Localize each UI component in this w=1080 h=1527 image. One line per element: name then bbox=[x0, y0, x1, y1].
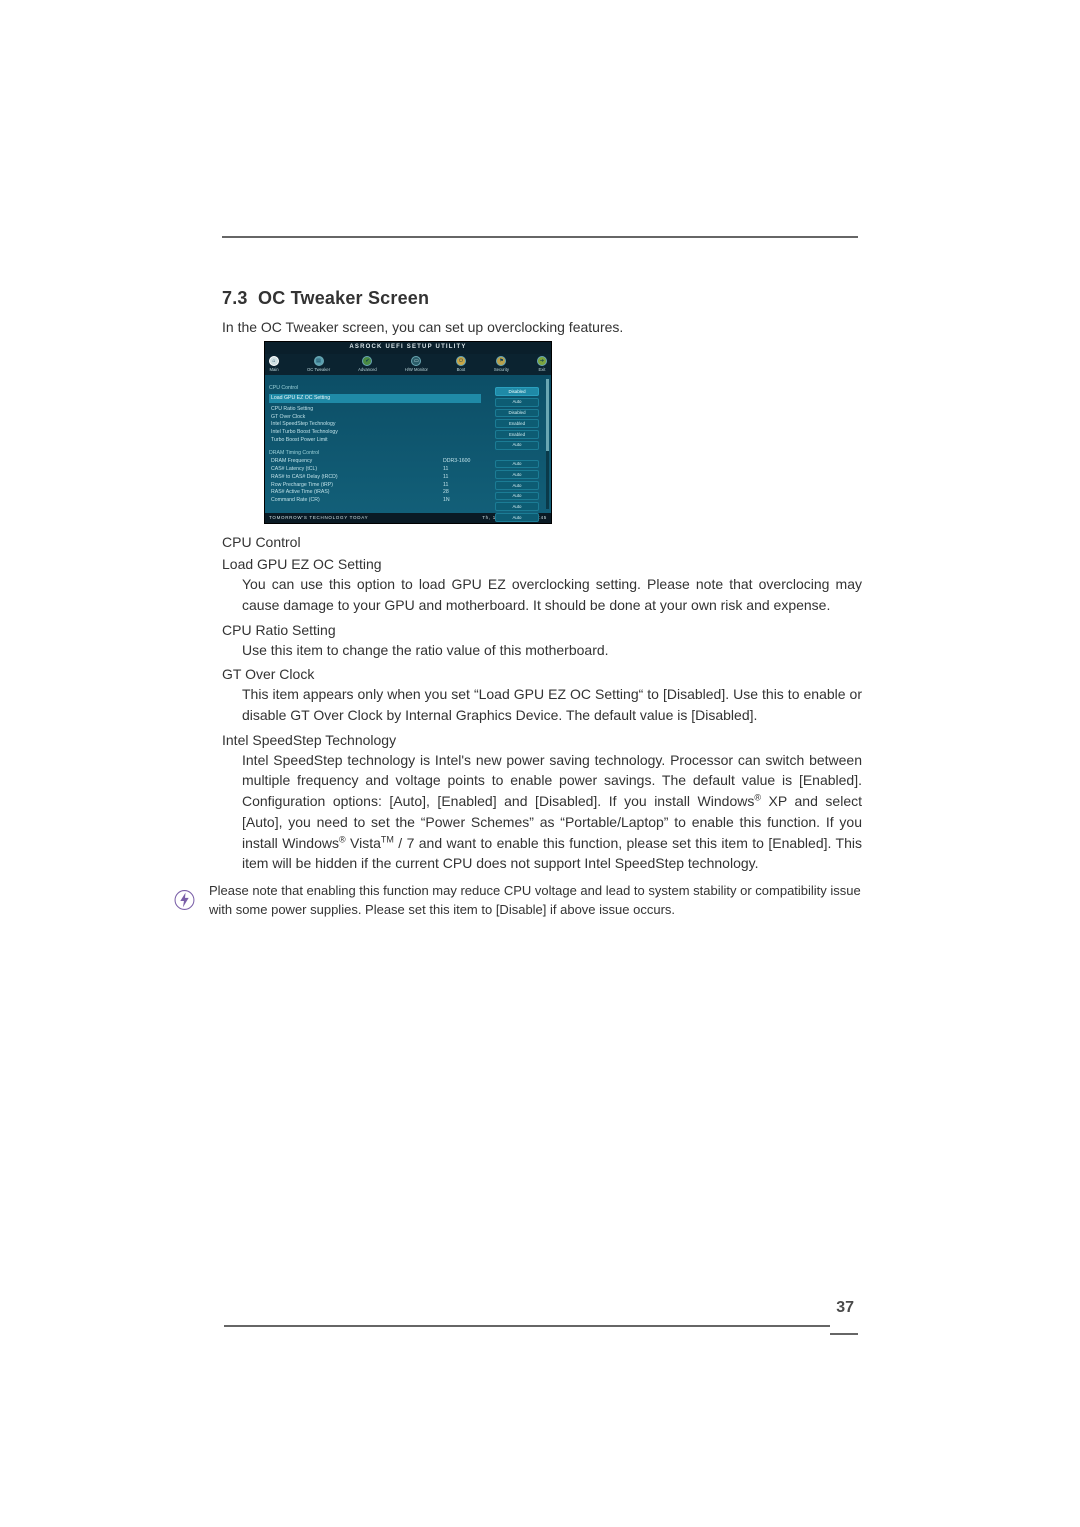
item-heading: GT Over Clock bbox=[222, 666, 862, 682]
wrench-icon: ✔ bbox=[362, 356, 372, 366]
item-load-gpu: Load GPU EZ OC Setting You can use this … bbox=[222, 556, 862, 615]
bios-scrollbar bbox=[546, 379, 549, 509]
section-heading: 7.3 OC Tweaker Screen bbox=[222, 288, 862, 309]
content-column: 7.3 OC Tweaker Screen In the OC Tweaker … bbox=[222, 240, 862, 920]
bios-value: Auto bbox=[495, 492, 539, 501]
bios-left-panel: CPU Control Load GPU EZ OC Setting CPU R… bbox=[269, 379, 487, 507]
intro-text: In the OC Tweaker screen, you can set up… bbox=[222, 319, 862, 335]
item-heading: Load GPU EZ OC Setting bbox=[222, 556, 862, 572]
bios-title: ASROCK UEFI SETUP UTILITY bbox=[265, 342, 551, 354]
item-cpu-control: CPU Control bbox=[222, 534, 862, 550]
section-title: OC Tweaker Screen bbox=[258, 288, 429, 308]
tab-exit: ➔Exit bbox=[537, 356, 547, 372]
exit-icon: ➔ bbox=[537, 356, 547, 366]
page-number: 37 bbox=[832, 1299, 858, 1317]
item-body: Intel SpeedStep technology is Intel's ne… bbox=[242, 750, 862, 874]
group-cpu-control: CPU Control bbox=[269, 385, 481, 392]
tab-advanced: ✔Advanced bbox=[358, 356, 377, 372]
bios-screenshot: ASROCK UEFI SETUP UTILITY ⌂Main ▤OC Twea… bbox=[264, 341, 552, 524]
tab-main: ⌂Main bbox=[269, 356, 279, 372]
bios-value: Enabled bbox=[495, 430, 539, 439]
bios-row: DRAM FrequencyDDR3-1600 bbox=[269, 458, 481, 465]
item-body: You can use this option to load GPU EZ o… bbox=[242, 574, 862, 615]
bios-value: Auto bbox=[495, 460, 539, 469]
warning-bolt-icon bbox=[174, 882, 195, 918]
registered-symbol: ® bbox=[754, 792, 761, 802]
bios-value: Disabled bbox=[495, 387, 539, 396]
bios-frame: ASROCK UEFI SETUP UTILITY ⌂Main ▤OC Twea… bbox=[264, 341, 552, 524]
manual-page: 7.3 OC Tweaker Screen In the OC Tweaker … bbox=[0, 0, 1080, 1527]
power-icon: ⏻ bbox=[456, 356, 466, 366]
bios-value: Auto bbox=[495, 470, 539, 479]
bios-row: Intel Turbo Boost Technology bbox=[269, 429, 481, 436]
home-icon: ⌂ bbox=[269, 356, 279, 366]
chip-icon: ▤ bbox=[314, 356, 324, 366]
header-rule bbox=[222, 236, 858, 238]
bios-body: CPU Control Load GPU EZ OC Setting CPU R… bbox=[265, 375, 551, 513]
bios-value-column: Disabled Auto Disabled Enabled Enabled A… bbox=[487, 379, 547, 507]
section-number: 7.3 bbox=[222, 288, 248, 308]
bios-row: RAS# to CAS# Delay (tRCD)11 bbox=[269, 474, 481, 481]
bios-value: Auto bbox=[495, 441, 539, 450]
bios-value: Auto bbox=[495, 481, 539, 490]
bios-value: Auto bbox=[495, 513, 539, 522]
monitor-icon: ▭ bbox=[411, 356, 421, 366]
bios-value: Disabled bbox=[495, 409, 539, 418]
bios-tab-bar: ⌂Main ▤OC Tweaker ✔Advanced ▭H/W Monitor… bbox=[265, 354, 551, 375]
bios-value: Auto bbox=[495, 502, 539, 511]
group-dram-timing: DRAM Timing Control bbox=[269, 450, 481, 457]
bios-row: CAS# Latency (tCL)11 bbox=[269, 466, 481, 473]
note-text: Please note that enabling this function … bbox=[209, 882, 862, 920]
bios-row: CPU Ratio Setting bbox=[269, 406, 481, 413]
bios-row: RAS# Active Time (tRAS)28 bbox=[269, 489, 481, 496]
item-gt-over-clock: GT Over Clock This item appears only whe… bbox=[222, 666, 862, 725]
item-heading: Intel SpeedStep Technology bbox=[222, 732, 862, 748]
item-cpu-ratio: CPU Ratio Setting Use this item to chang… bbox=[222, 622, 862, 661]
tab-boot: ⏻Boot bbox=[456, 356, 466, 372]
tab-oc-tweaker: ▤OC Tweaker bbox=[307, 356, 330, 372]
bios-footer-slogan: TOMORROW'S TECHNOLOGY TODAY bbox=[269, 515, 368, 521]
bios-row: GT Over Clock bbox=[269, 414, 481, 421]
bios-row: Command Rate (CR)1N bbox=[269, 497, 481, 504]
tab-hw-monitor: ▭H/W Monitor bbox=[405, 356, 428, 372]
bios-value: Auto bbox=[495, 398, 539, 407]
bios-row: Turbo Boost Power Limit bbox=[269, 437, 481, 444]
item-body: Use this item to change the ratio value … bbox=[242, 640, 862, 661]
shield-icon: ⚑ bbox=[496, 356, 506, 366]
bios-value: Enabled bbox=[495, 419, 539, 428]
bios-row: Intel SpeedStep Technology bbox=[269, 421, 481, 428]
bios-selected-row: Load GPU EZ OC Setting bbox=[269, 394, 481, 403]
bios-row: Row Precharge Time (tRP)11 bbox=[269, 482, 481, 489]
tab-security: ⚑Security bbox=[494, 356, 509, 372]
item-intel-speedstep: Intel SpeedStep Technology Intel SpeedSt… bbox=[222, 732, 862, 874]
trademark-symbol: TM bbox=[381, 834, 394, 844]
footer-rule bbox=[224, 1325, 830, 1327]
item-body: This item appears only when you set “Loa… bbox=[242, 684, 862, 725]
item-heading: CPU Ratio Setting bbox=[222, 622, 862, 638]
note-block: Please note that enabling this function … bbox=[222, 882, 862, 920]
registered-symbol: ® bbox=[339, 834, 346, 844]
